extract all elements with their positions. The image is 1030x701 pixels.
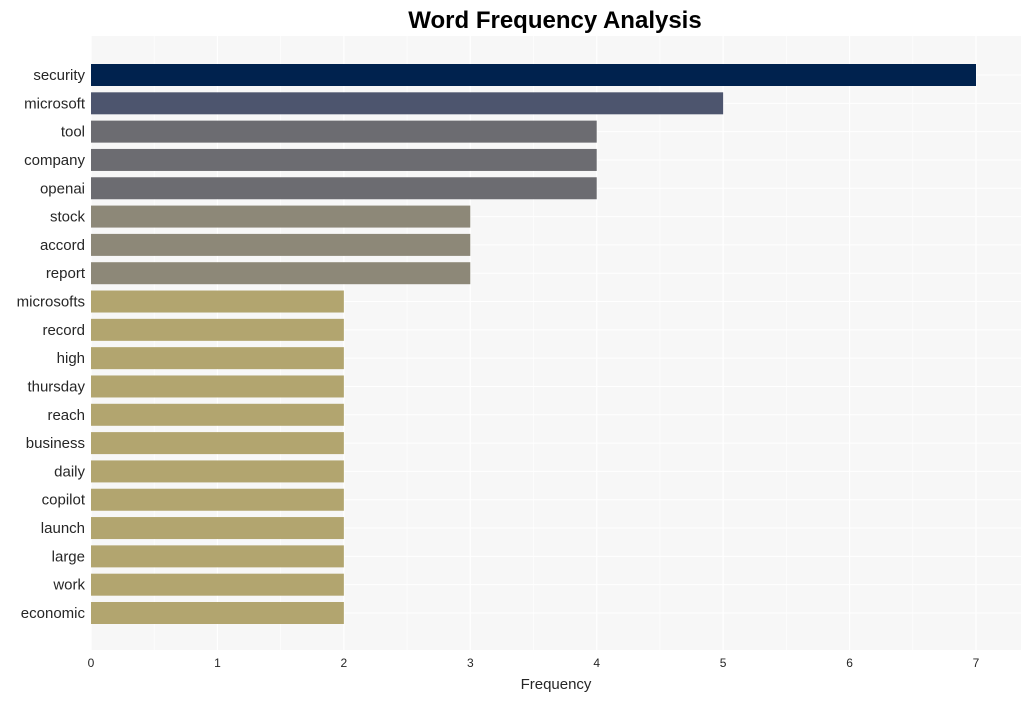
x-tick-label: 0 bbox=[88, 656, 95, 670]
x-tick-label: 7 bbox=[973, 656, 980, 670]
bar-work bbox=[91, 573, 344, 596]
y-label-high: high bbox=[57, 350, 85, 367]
y-label-openai: openai bbox=[40, 180, 85, 197]
y-label-large: large bbox=[52, 548, 85, 565]
bar-stock bbox=[91, 205, 471, 228]
y-label-copilot: copilot bbox=[42, 492, 86, 509]
y-label-report: report bbox=[46, 265, 86, 282]
y-label-thursday: thursday bbox=[27, 378, 85, 395]
y-label-accord: accord bbox=[40, 237, 85, 254]
bar-large bbox=[91, 545, 344, 568]
x-tick-label: 4 bbox=[593, 656, 600, 670]
bar-record bbox=[91, 318, 344, 341]
x-axis-ticks: 0 1 2 3 4 5 6 7 bbox=[88, 656, 980, 670]
y-label-daily: daily bbox=[54, 463, 85, 480]
y-label-economic: economic bbox=[21, 605, 86, 622]
x-tick-label: 3 bbox=[467, 656, 474, 670]
x-axis-label: Frequency bbox=[521, 676, 592, 693]
y-label-record: record bbox=[42, 322, 85, 339]
y-label-stock: stock bbox=[50, 209, 86, 226]
bar-thursday bbox=[91, 375, 344, 398]
y-label-work: work bbox=[52, 577, 85, 594]
y-label-business: business bbox=[26, 435, 85, 452]
bar-microsoft bbox=[91, 92, 724, 115]
x-tick-label: 1 bbox=[214, 656, 221, 670]
bar-copilot bbox=[91, 488, 344, 511]
x-tick-label: 2 bbox=[341, 656, 348, 670]
bar-security bbox=[91, 64, 976, 86]
bar-launch bbox=[91, 517, 344, 540]
bar-economic bbox=[91, 602, 344, 624]
y-label-microsofts: microsofts bbox=[17, 294, 85, 311]
y-axis-labels: security microsoft tool company openai stock a… bbox=[17, 67, 86, 622]
y-label-launch: launch bbox=[41, 520, 85, 537]
bar-high bbox=[91, 347, 344, 370]
y-label-microsoft: microsoft bbox=[24, 95, 86, 112]
bar-accord bbox=[91, 233, 471, 256]
bar-reach bbox=[91, 403, 344, 426]
chart-title: Word Frequency Analysis bbox=[408, 7, 701, 34]
y-label-company: company bbox=[24, 152, 85, 169]
x-tick-label: 6 bbox=[846, 656, 853, 670]
bar-daily bbox=[91, 460, 344, 483]
bar-company bbox=[91, 148, 597, 171]
y-label-reach: reach bbox=[47, 407, 85, 424]
y-label-security: security bbox=[33, 67, 85, 84]
bar-report bbox=[91, 262, 471, 285]
bar-openai bbox=[91, 177, 597, 200]
word-frequency-chart: security microsoft tool company openai stock a… bbox=[17, 7, 1021, 693]
x-tick-label: 5 bbox=[720, 656, 727, 670]
bar-microsofts bbox=[91, 290, 344, 313]
bar-business bbox=[91, 432, 344, 455]
y-label-tool: tool bbox=[61, 124, 85, 141]
bar-tool bbox=[91, 120, 597, 143]
